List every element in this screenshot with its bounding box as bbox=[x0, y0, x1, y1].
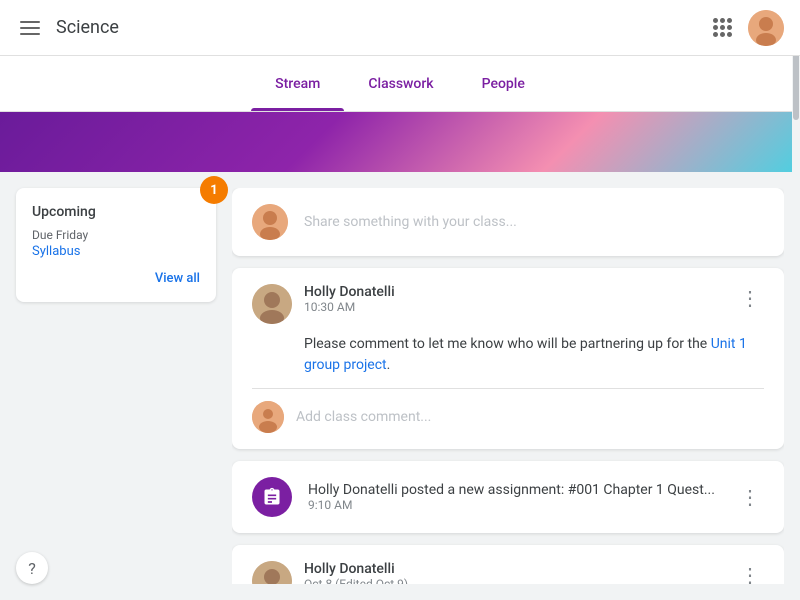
main-content: Upcoming 1 Due Friday Syllabus View all … bbox=[0, 172, 800, 600]
tab-navigation: Stream Classwork People bbox=[0, 56, 800, 112]
clipboard-icon bbox=[262, 487, 282, 507]
post-body-1: Please comment to let me know who will b… bbox=[252, 334, 764, 389]
post-card-1: Holly Donatelli 10:30 AM ⋮ Please commen… bbox=[232, 268, 784, 449]
post-author-3: Holly Donatelli bbox=[304, 561, 724, 577]
assign-time-2: 9:10 AM bbox=[308, 498, 720, 512]
scrollbar-track[interactable] bbox=[792, 0, 800, 600]
share-placeholder: Share something with your class... bbox=[304, 214, 517, 230]
upcoming-badge: 1 bbox=[200, 176, 228, 204]
tab-stream[interactable]: Stream bbox=[251, 56, 344, 111]
sidebar: Upcoming 1 Due Friday Syllabus View all bbox=[16, 188, 216, 584]
post-more-button-1[interactable]: ⋮ bbox=[736, 284, 764, 312]
header-right bbox=[704, 10, 784, 46]
tab-classwork[interactable]: Classwork bbox=[344, 56, 457, 111]
assign-meta-2: Holly Donatelli posted a new assignment:… bbox=[308, 482, 720, 512]
comment-avatar-icon-1 bbox=[252, 401, 284, 433]
post-author-1: Holly Donatelli bbox=[304, 284, 724, 300]
holly-avatar-1 bbox=[252, 284, 292, 324]
due-label: Due Friday bbox=[32, 228, 200, 242]
menu-button[interactable] bbox=[16, 17, 44, 39]
post-header-3: Holly Donatelli Oct 8 (Edited Oct 9) ⋮ bbox=[252, 561, 764, 584]
assignment-icon-2 bbox=[252, 477, 292, 517]
app-header: Science bbox=[0, 0, 800, 56]
user-avatar-icon bbox=[748, 10, 784, 46]
assign-card-2: Holly Donatelli posted a new assignment:… bbox=[232, 461, 784, 533]
user-avatar[interactable] bbox=[748, 10, 784, 46]
help-button[interactable]: ? bbox=[16, 552, 48, 584]
post-meta-3: Holly Donatelli Oct 8 (Edited Oct 9) bbox=[304, 561, 724, 584]
post-card-3: Holly Donatelli Oct 8 (Edited Oct 9) ⋮ bbox=[232, 545, 784, 584]
share-card[interactable]: Share something with your class... bbox=[232, 188, 784, 256]
upcoming-card: Upcoming 1 Due Friday Syllabus View all bbox=[16, 188, 216, 302]
share-avatar bbox=[252, 204, 288, 240]
post-body-text-1: Please comment to let me know who will b… bbox=[304, 336, 711, 352]
share-avatar-icon bbox=[252, 204, 288, 240]
page-title: Science bbox=[56, 17, 119, 38]
post-avatar-1 bbox=[252, 284, 292, 324]
header-left: Science bbox=[16, 17, 704, 39]
post-body-end-1: . bbox=[387, 357, 391, 373]
upcoming-title: Upcoming bbox=[32, 204, 200, 220]
grid-icon bbox=[713, 18, 732, 37]
post-time-1: 10:30 AM bbox=[304, 300, 724, 314]
post-more-button-3[interactable]: ⋮ bbox=[736, 561, 764, 584]
tab-people[interactable]: People bbox=[458, 56, 549, 111]
comment-area-1: Add class comment... bbox=[252, 389, 764, 433]
due-item: Syllabus bbox=[32, 244, 200, 259]
post-time-3: Oct 8 (Edited Oct 9) bbox=[304, 577, 724, 584]
apps-button[interactable] bbox=[704, 10, 740, 46]
comment-avatar-1 bbox=[252, 401, 284, 433]
feed: Share something with your class... Holly… bbox=[232, 188, 784, 584]
post-meta-1: Holly Donatelli 10:30 AM bbox=[304, 284, 724, 314]
class-banner bbox=[0, 112, 800, 172]
post-avatar-3 bbox=[252, 561, 292, 584]
post-header-1: Holly Donatelli 10:30 AM ⋮ bbox=[252, 284, 764, 324]
view-all-link[interactable]: View all bbox=[32, 271, 200, 286]
holly-avatar-3 bbox=[252, 561, 292, 584]
assign-name-2: Holly Donatelli posted a new assignment:… bbox=[308, 482, 720, 498]
comment-input-1[interactable]: Add class comment... bbox=[296, 409, 431, 425]
post-more-button-2[interactable]: ⋮ bbox=[736, 483, 764, 511]
